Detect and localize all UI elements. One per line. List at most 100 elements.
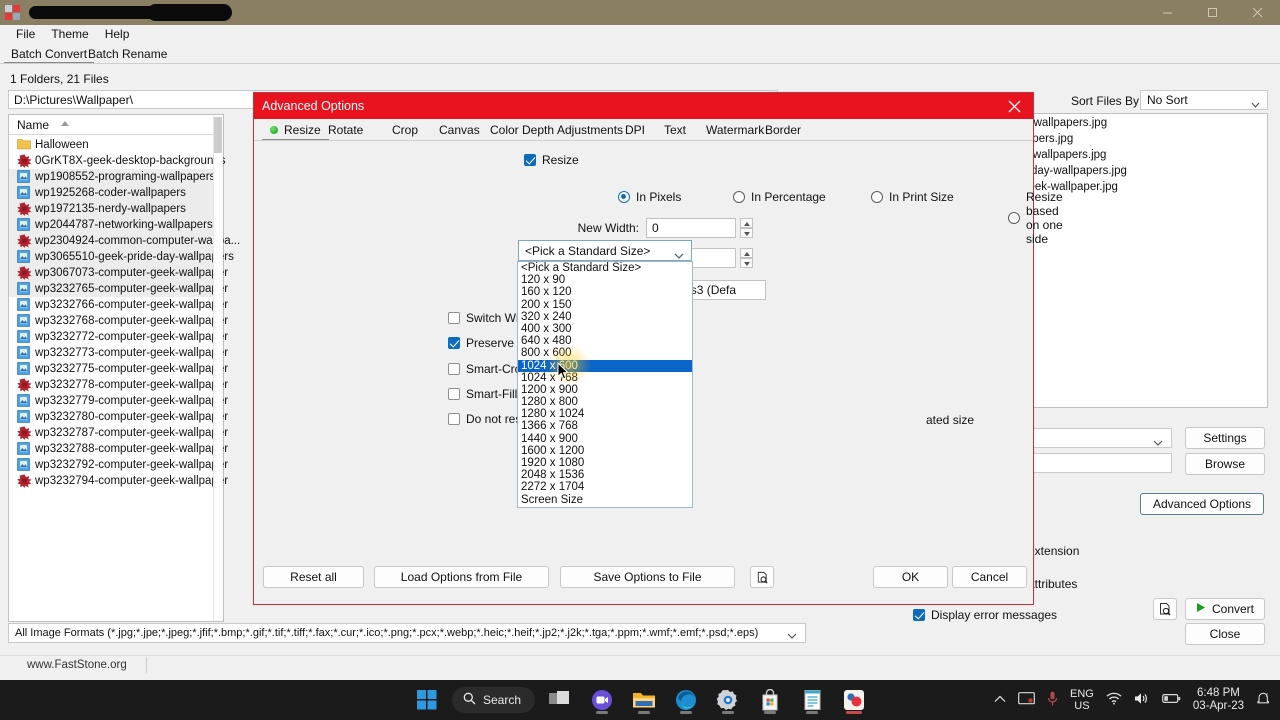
save-options-button[interactable]: Save Options to File: [560, 566, 735, 588]
microphone-icon[interactable]: [1047, 691, 1058, 710]
preview-button[interactable]: [1153, 598, 1177, 620]
dialog-tab-crop[interactable]: Crop: [384, 119, 426, 141]
stepper-up-icon[interactable]: [740, 218, 753, 228]
load-options-button[interactable]: Load Options from File: [374, 566, 549, 588]
file-list-item[interactable]: wp3232788-computer-geek-wallpaper: [9, 441, 223, 457]
maximize-icon[interactable]: [1190, 0, 1235, 25]
file-list-item[interactable]: wp2304924-common-computer-wallpa...: [9, 233, 223, 249]
menu-help[interactable]: Help: [97, 27, 138, 41]
taskbar-clock[interactable]: 6:48 PM 03-Apr-23: [1193, 687, 1244, 713]
dialog-tab-rotate[interactable]: Rotate: [320, 119, 371, 141]
standard-size-option[interactable]: 1280 x 800: [518, 396, 692, 408]
language-indicator[interactable]: ENG US: [1070, 688, 1094, 712]
reset-all-button[interactable]: Reset all: [263, 566, 364, 588]
new-width-field[interactable]: 0: [646, 218, 736, 238]
task-view-icon[interactable]: [543, 683, 577, 717]
file-explorer-icon[interactable]: [627, 683, 661, 717]
faststone-icon[interactable]: [837, 683, 871, 717]
file-list-item[interactable]: wp3232766-computer-geek-wallpaper: [9, 297, 223, 313]
standard-size-option[interactable]: Screen Size: [518, 494, 692, 506]
settings-gear-icon[interactable]: [711, 683, 745, 717]
source-file-list[interactable]: Name Halloween0GrKT8X-geek-desktop-backg…: [8, 114, 224, 622]
standard-size-option[interactable]: 160 x 120: [518, 286, 692, 298]
standard-size-option[interactable]: 800 x 600: [518, 347, 692, 359]
display-icon[interactable]: [1018, 692, 1035, 709]
standard-size-option[interactable]: 320 x 240: [518, 311, 692, 323]
standard-size-option[interactable]: 400 x 300: [518, 323, 692, 335]
file-list-item[interactable]: Halloween: [9, 137, 223, 153]
stepper-down-icon[interactable]: [740, 228, 753, 238]
minimize-icon[interactable]: [1145, 0, 1190, 25]
menu-theme[interactable]: Theme: [43, 27, 96, 41]
wifi-icon[interactable]: [1106, 692, 1122, 708]
dialog-tab-border[interactable]: Border: [757, 119, 809, 141]
standard-size-option[interactable]: 1024 x 768: [518, 372, 692, 384]
radio-in-percentage[interactable]: In Percentage: [733, 190, 826, 204]
standard-size-option[interactable]: <Pick a Standard Size>: [518, 262, 692, 274]
file-list-item[interactable]: wp3232792-computer-geek-wallpaper: [9, 457, 223, 473]
microsoft-edge-icon[interactable]: [669, 683, 703, 717]
browse-button[interactable]: Browse: [1185, 453, 1265, 475]
file-list-scrollbar[interactable]: [213, 115, 223, 621]
file-list-item[interactable]: wp3232765-computer-geek-wallpaper: [9, 281, 223, 297]
scrollbar-thumb[interactable]: [214, 117, 222, 153]
standard-size-option[interactable]: 1440 x 900: [518, 433, 692, 445]
chevron-up-icon[interactable]: [994, 694, 1006, 706]
file-list-item[interactable]: wp3232772-computer-geek-wallpaper: [9, 329, 223, 345]
file-list-item[interactable]: wp1925268-coder-wallpapers: [9, 185, 223, 201]
settings-button[interactable]: Settings: [1185, 427, 1265, 449]
cancel-button[interactable]: Cancel: [952, 566, 1027, 588]
ok-button[interactable]: OK: [873, 566, 948, 588]
stepper-up-icon[interactable]: [740, 248, 753, 258]
standard-size-select[interactable]: <Pick a Standard Size>: [518, 240, 692, 261]
new-width-stepper[interactable]: [740, 218, 753, 238]
notification-bell-icon[interactable]: z: [1256, 691, 1272, 709]
standard-size-option[interactable]: 1600 x 1200: [518, 445, 692, 457]
standard-size-option[interactable]: 640 x 480: [518, 335, 692, 347]
dialog-tab-resize[interactable]: Resize: [262, 119, 329, 141]
footer-preview-button[interactable]: [750, 566, 774, 588]
conversion-queue-list[interactable]: ning-wallpapers.jpgallpapers.jpgking-wal…: [1003, 113, 1268, 408]
queue-list-item[interactable]: king-wallpapers.jpg: [1004, 149, 1267, 165]
radio-resize-one-side[interactable]: Resize based on one side: [1008, 190, 1063, 246]
standard-size-option[interactable]: 2048 x 1536: [518, 469, 692, 481]
standard-size-option[interactable]: 1920 x 1080: [518, 457, 692, 469]
standard-size-option[interactable]: 120 x 90: [518, 274, 692, 286]
standard-size-option[interactable]: 1280 x 1024: [518, 408, 692, 420]
standard-size-option[interactable]: 1024 x 600: [518, 360, 692, 372]
sort-files-by-select[interactable]: No Sort: [1140, 90, 1268, 110]
taskbar-search-box[interactable]: Search: [452, 687, 535, 713]
file-list-item[interactable]: 0GrKT8X-geek-desktop-backgrounds: [9, 153, 223, 169]
standard-size-option[interactable]: 1200 x 900: [518, 384, 692, 396]
queue-list-item[interactable]: ride-day-wallpapers.jpg: [1004, 165, 1267, 181]
file-list-item[interactable]: wp1908552-programing-wallpapers: [9, 169, 223, 185]
dialog-tab-canvas[interactable]: Canvas: [431, 119, 488, 141]
close-button[interactable]: Close: [1185, 623, 1265, 645]
standard-size-option[interactable]: 1366 x 768: [518, 420, 692, 432]
convert-button[interactable]: Convert: [1185, 598, 1265, 620]
queue-list-item[interactable]: ning-wallpapers.jpg: [1004, 117, 1267, 133]
file-list-item[interactable]: wp3067073-computer-geek-wallpaper: [9, 265, 223, 281]
file-list-item[interactable]: wp3232779-computer-geek-wallpaper: [9, 393, 223, 409]
queue-list-item[interactable]: allpapers.jpg: [1004, 133, 1267, 149]
tab-batch-rename[interactable]: Batch Rename: [81, 45, 174, 64]
standard-size-dropdown-list[interactable]: <Pick a Standard Size>120 x 90160 x 120 2…: [517, 261, 693, 508]
menu-file[interactable]: File: [8, 27, 43, 41]
file-list-item[interactable]: wp3232775-computer-geek-wallpaper: [9, 361, 223, 377]
radio-in-print-size[interactable]: In Print Size: [871, 190, 954, 204]
file-list-item[interactable]: wp3232773-computer-geek-wallpaper: [9, 345, 223, 361]
file-list-item[interactable]: wp3232778-computer-geek-wallpaper: [9, 377, 223, 393]
teams-chat-icon[interactable]: [585, 683, 619, 717]
advanced-options-button[interactable]: Advanced Options: [1140, 493, 1264, 515]
resize-enable-checkbox[interactable]: Resize: [524, 153, 579, 167]
standard-size-option[interactable]: 2272 x 1704: [518, 481, 692, 493]
dialog-tab-text[interactable]: Text: [656, 119, 694, 141]
speaker-icon[interactable]: [1134, 692, 1150, 708]
radio-in-pixels[interactable]: In Pixels: [618, 190, 681, 204]
file-list-item[interactable]: wp3232787-computer-geek-wallpaper: [9, 425, 223, 441]
file-list-header[interactable]: Name: [9, 115, 223, 135]
file-list-item[interactable]: wp3065510-geek-pride-day-wallpapers: [9, 249, 223, 265]
file-list-item[interactable]: wp3232794-computer-geek-wallpaper: [9, 473, 223, 489]
file-list-item[interactable]: wp1972135-nerdy-wallpapers: [9, 201, 223, 217]
dialog-tab-dpi[interactable]: DPI: [617, 119, 653, 141]
